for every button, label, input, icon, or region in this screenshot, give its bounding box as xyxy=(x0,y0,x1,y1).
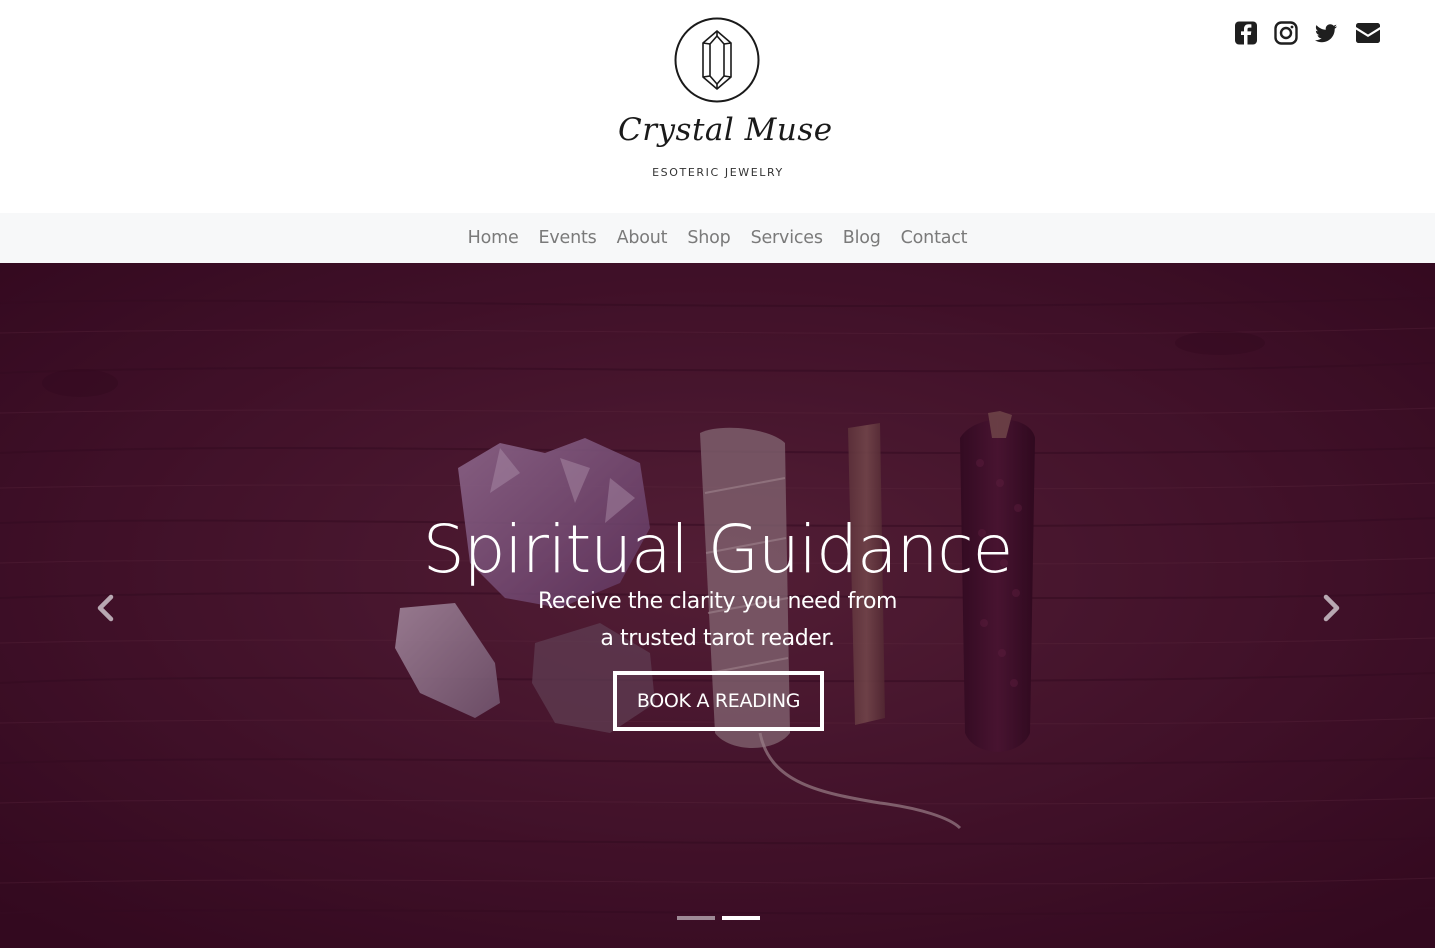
brand-name: Crystal Muse xyxy=(618,112,833,148)
crystal-logo-icon xyxy=(674,17,760,103)
carousel-indicators xyxy=(677,916,767,920)
main-nav: Home Events About Shop Services Blog Con… xyxy=(0,213,1435,263)
brand-tagline: ESOTERIC JEWELRY xyxy=(652,166,784,179)
instagram-icon[interactable] xyxy=(1274,20,1298,46)
nav-item-services[interactable]: Services xyxy=(741,228,833,248)
hero-carousel: Spiritual Guidance Receive the clarity y… xyxy=(0,263,1435,948)
nav-item-shop[interactable]: Shop xyxy=(677,228,740,248)
envelope-icon[interactable] xyxy=(1354,20,1382,46)
carousel-indicator-2[interactable] xyxy=(722,916,760,920)
chevron-left-icon[interactable] xyxy=(92,593,122,623)
nav-item-events[interactable]: Events xyxy=(529,228,607,248)
social-links xyxy=(1234,20,1398,46)
nav-item-blog[interactable]: Blog xyxy=(833,228,891,248)
hero-title: Spiritual Guidance xyxy=(422,511,1013,589)
book-reading-button[interactable]: BOOK A READING xyxy=(613,671,824,731)
nav-item-contact[interactable]: Contact xyxy=(891,228,978,248)
carousel-indicator-1[interactable] xyxy=(677,916,715,920)
hero-subtitle-line2: a trusted tarot reader. xyxy=(600,626,835,651)
hero-subtitle: Receive the clarity you need from a trus… xyxy=(0,583,1435,657)
site-header: Crystal Muse ESOTERIC JEWELRY xyxy=(0,0,1435,213)
brand-logo[interactable]: Crystal Muse ESOTERIC JEWELRY xyxy=(618,12,833,192)
twitter-icon[interactable] xyxy=(1314,20,1338,46)
nav-item-about[interactable]: About xyxy=(607,228,678,248)
nav-item-home[interactable]: Home xyxy=(458,228,529,248)
hero-subtitle-line1: Receive the clarity you need from xyxy=(537,589,898,614)
chevron-right-icon[interactable] xyxy=(1315,593,1345,623)
facebook-icon[interactable] xyxy=(1234,20,1258,46)
